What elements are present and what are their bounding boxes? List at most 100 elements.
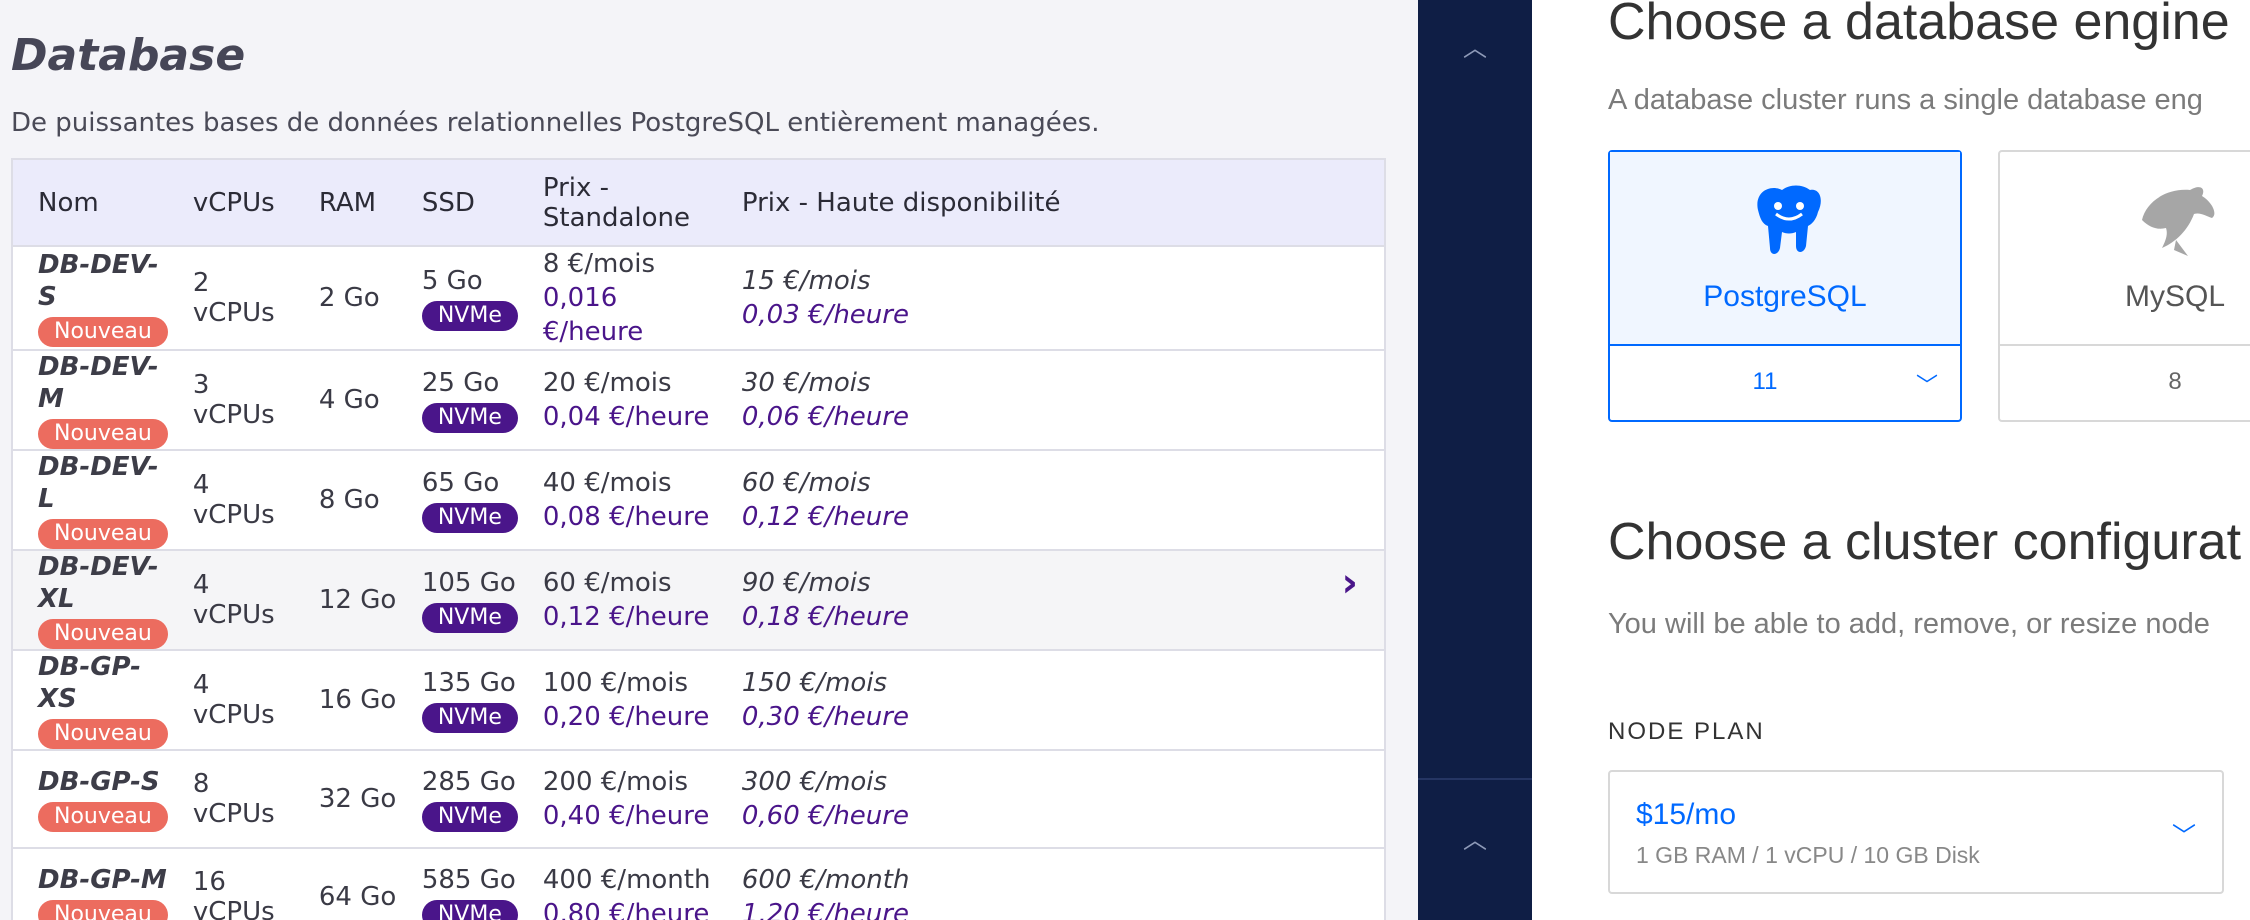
cluster-heading: Choose a cluster configurat [1608,513,2242,571]
database-pricing-panel: Database De puissantes bases de données … [0,0,1418,920]
engine-version[interactable]: 8 [2000,368,2250,396]
ha-month-price: 15 €/mois [741,266,871,296]
cell-price-standalone: 60 €/mois 0,12 €/heure [517,549,717,650]
ha-hour-price: 0,30 €/heure [741,702,909,732]
ssd-size: 5 Go [421,266,483,296]
cell-name: DB-DEV-L Nouveau [12,449,168,550]
chevron-right-icon[interactable]: › [1342,563,1358,603]
postgresql-elephant-icon [1757,185,1821,254]
standalone-hour-price: 0,20 €/heure [542,702,710,732]
ssd-size: 65 Go [421,468,500,498]
standalone-hour-price: 0,40 €/heure [542,801,710,831]
cell-price-standalone: 400 €/month 0,80 €/heure [517,847,717,920]
cell-vcpus: 4 vCPUs [167,449,294,550]
db-name: DB-DEV-XL [38,552,159,614]
cell-price-ha: 300 €/mois 0,60 €/heure [716,749,1385,848]
page-subtitle: De puissantes bases de données relationn… [11,108,1100,138]
cell-ssd: 65 Go NVMe [396,449,518,550]
ha-month-price: 600 €/month [741,865,910,895]
ha-hour-price: 0,06 €/heure [741,402,909,432]
table-row[interactable]: DB-GP-S Nouveau 8 vCPUs 32 Go 285 Go NVMe 200 … [12,749,1385,848]
table-row[interactable]: DB-GP-M Nouveau 16 vCPUs 64 Go 585 Go NVMe 400… [12,847,1385,920]
new-badge: Nouveau [38,719,168,749]
chevron-down-icon[interactable]: ﹀ [1916,368,1938,400]
ha-hour-price: 0,12 €/heure [741,502,909,532]
standalone-month-price: 100 €/mois [542,668,689,698]
engine-option-top[interactable]: MySQL [2000,152,2250,346]
cell-ram: 64 Go [293,847,397,920]
cell-ram: 8 Go [293,449,397,550]
cell-vcpus: 4 vCPUs [167,649,294,750]
sidebar-divider [1418,778,1532,780]
cell-ram: 16 Go [293,649,397,750]
table-header-row: Nom vCPUs RAM SSD Prix - Standalone Prix… [12,159,1385,247]
nvme-badge: NVMe [421,503,518,533]
new-badge: Nouveau [38,900,168,920]
cell-name: DB-DEV-S Nouveau [12,245,168,350]
chevron-up-icon[interactable]: ︿ [1418,28,1532,63]
db-name: DB-DEV-M [38,352,159,414]
standalone-hour-price: 0,04 €/heure [542,402,710,432]
standalone-hour-price: 0,016 €/heure [542,283,644,347]
column-header: SSD [396,159,518,247]
new-badge: Nouveau [38,419,168,449]
db-name: DB-GP-S [38,767,160,797]
ha-month-price: 90 €/mois [741,568,871,598]
cell-ssd: 285 Go NVMe [396,749,518,848]
cell-price-standalone: 100 €/mois 0,20 €/heure [517,649,717,750]
cell-vcpus: 3 vCPUs [167,349,294,450]
cell-ssd: 585 Go NVMe [396,847,518,920]
cell-price-standalone: 20 €/mois 0,04 €/heure [517,349,717,450]
standalone-month-price: 8 €/mois [542,249,655,279]
column-header: Prix - Haute disponibilité [716,159,1385,247]
standalone-hour-price: 0,08 €/heure [542,502,710,532]
cell-price-standalone: 40 €/mois 0,08 €/heure [517,449,717,550]
cell-vcpus: 4 vCPUs [167,549,294,650]
cell-price-ha: 600 €/month 1,20 €/heure [716,847,1385,920]
cell-ram: 12 Go [293,549,397,650]
new-badge: Nouveau [38,802,168,832]
ssd-size: 25 Go [421,368,500,398]
cell-name: DB-DEV-M Nouveau [12,349,168,450]
engine-option-top[interactable]: PostgreSQL [1610,152,1960,346]
new-badge: Nouveau [38,619,168,649]
engine-option-postgresql[interactable]: PostgreSQL 11 ﹀ [1608,150,1962,422]
node-plan-price: $15/mo [1636,798,1737,831]
cell-name: DB-GP-XS Nouveau [12,649,168,750]
db-name: DB-GP-XS [38,652,141,714]
db-name: DB-DEV-S [38,250,159,312]
table-row[interactable]: DB-DEV-M Nouveau 3 vCPUs 4 Go 25 Go NVMe 20 €/… [12,349,1385,450]
ha-month-price: 150 €/mois [741,668,888,698]
new-badge: Nouveau [38,317,168,347]
nvme-badge: NVMe [421,703,518,733]
cell-vcpus: 8 vCPUs [167,749,294,848]
column-header: Prix - Standalone [517,159,717,247]
chevron-up-icon[interactable]: ︿ [1418,820,1532,855]
table-row[interactable]: DB-DEV-S Nouveau 2 vCPUs 2 Go 5 Go NVMe 8 €/mo… [12,245,1385,350]
engine-version[interactable]: 11 [1610,368,1920,396]
table-row[interactable]: DB-DEV-XL Nouveau 4 vCPUs 12 Go 105 Go NVMe 60… [12,549,1385,650]
chevron-down-icon[interactable]: ﹀ [2172,816,2196,851]
cell-price-ha: 60 €/mois 0,12 €/heure [716,449,1385,550]
engine-option-mysql[interactable]: MySQL 8 [1998,150,2250,422]
cell-name: DB-GP-S Nouveau [12,749,168,848]
cluster-description: You will be able to add, remove, or resi… [1608,608,2210,640]
column-header: RAM [293,159,397,247]
table-row[interactable]: DB-DEV-L Nouveau 4 vCPUs 8 Go 65 Go NVMe 40 €/… [12,449,1385,550]
page-title: Database [11,30,246,81]
cell-name: DB-DEV-XL Nouveau [12,549,168,650]
new-badge: Nouveau [38,519,168,549]
node-plan-select[interactable]: $15/mo 1 GB RAM / 1 vCPU / 10 GB Disk ﹀ [1608,770,2224,894]
column-header: Nom [12,159,168,247]
cell-ssd: 105 Go NVMe [396,549,518,650]
ssd-size: 285 Go [421,767,516,797]
engine-name: MySQL [2124,280,2226,313]
nvme-badge: NVMe [421,900,518,920]
ha-hour-price: 0,18 €/heure [741,602,909,632]
dark-sidebar: ︿ ︿ [1418,0,1532,920]
standalone-month-price: 60 €/mois [542,568,672,598]
ssd-size: 105 Go [421,568,516,598]
cell-ssd: 25 Go NVMe [396,349,518,450]
ha-hour-price: 0,03 €/heure [741,300,909,330]
table-row[interactable]: DB-GP-XS Nouveau 4 vCPUs 16 Go 135 Go NVMe 100… [12,649,1385,750]
